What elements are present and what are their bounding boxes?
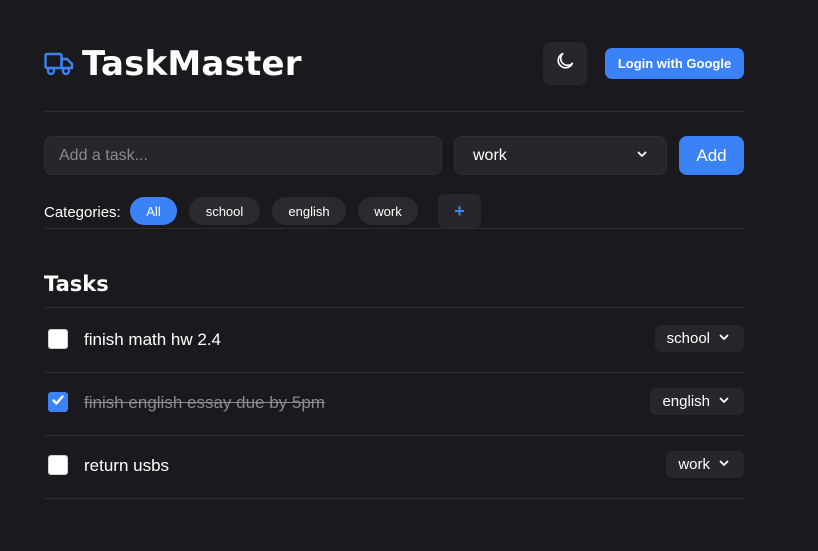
task-category-select[interactable]: work xyxy=(666,451,744,478)
add-task-input[interactable] xyxy=(44,136,442,175)
add-task-button[interactable]: Add xyxy=(679,136,744,175)
task-row: finish english essay due by 5pm english xyxy=(44,373,744,436)
task-row: finish math hw 2.4 school xyxy=(44,310,744,373)
task-text: finish math hw 2.4 xyxy=(84,330,222,349)
task-text: return usbs xyxy=(84,456,170,475)
task-category-value: work xyxy=(678,456,710,473)
task-text: finish english essay due by 5pm xyxy=(84,393,325,412)
tasks-heading: Tasks xyxy=(44,272,744,308)
brand: TaskMaster xyxy=(44,44,302,84)
moon-icon xyxy=(554,50,576,77)
category-chip-all[interactable]: All xyxy=(130,197,177,225)
truck-icon xyxy=(44,51,74,77)
header: TaskMaster Login with Google xyxy=(44,0,744,112)
category-chip-work[interactable]: work xyxy=(358,197,418,225)
category-chip-english[interactable]: english xyxy=(272,197,346,225)
login-with-google-button[interactable]: Login with Google xyxy=(605,48,744,79)
task-checkbox[interactable] xyxy=(48,392,68,412)
task-category-value: english xyxy=(662,393,710,410)
task-row: return usbs work xyxy=(44,436,744,499)
chevron-down-icon xyxy=(636,147,648,165)
app-title: TaskMaster xyxy=(82,44,302,84)
category-select[interactable]: work xyxy=(454,136,667,175)
task-checkbox[interactable] xyxy=(48,329,68,349)
checkmark-icon xyxy=(51,393,65,412)
task-checkbox[interactable] xyxy=(48,455,68,475)
categories-bar: Categories: All school english work + xyxy=(44,193,744,229)
category-chip-school[interactable]: school xyxy=(189,197,260,225)
task-category-select[interactable]: school xyxy=(654,325,744,352)
add-category-button[interactable]: + xyxy=(438,194,481,228)
task-category-value: school xyxy=(666,330,710,347)
categories-label: Categories: xyxy=(44,204,121,221)
theme-toggle-button[interactable] xyxy=(543,42,587,85)
category-select-value: work xyxy=(473,146,507,164)
chevron-down-icon xyxy=(718,330,730,347)
chevron-down-icon xyxy=(718,393,730,410)
chevron-down-icon xyxy=(718,456,730,473)
task-category-select[interactable]: english xyxy=(650,388,744,415)
